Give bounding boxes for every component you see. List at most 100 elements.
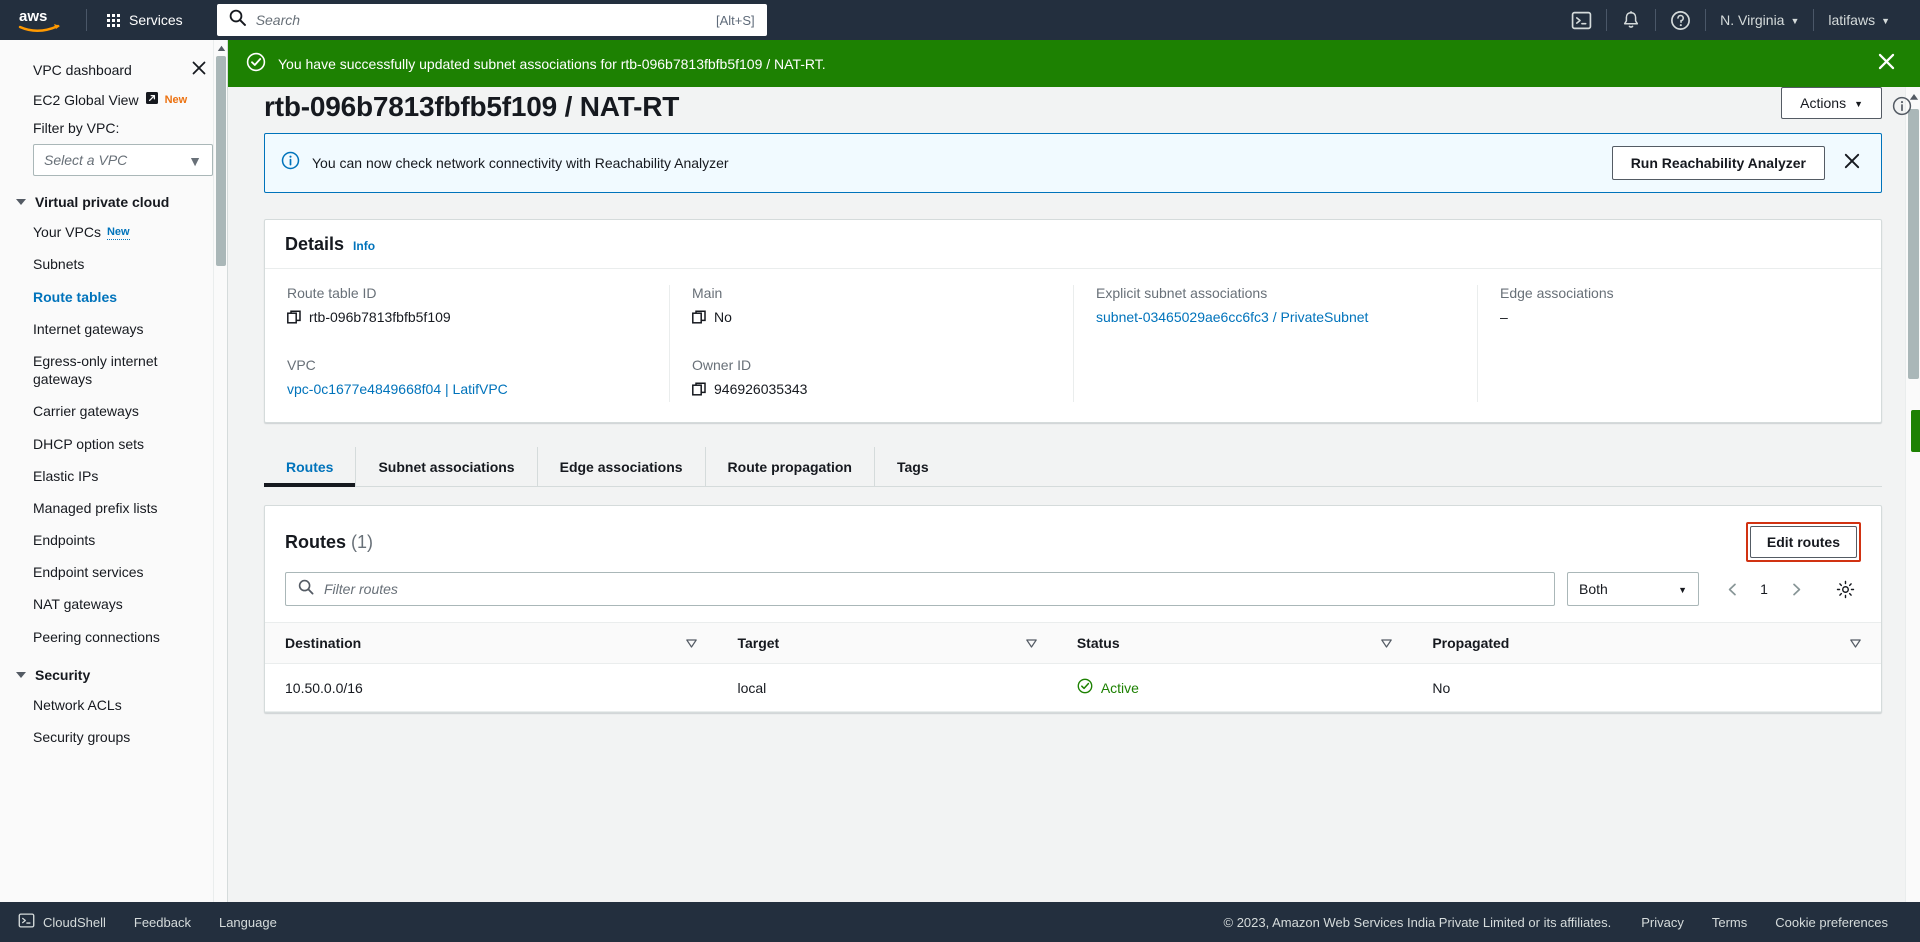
sidebar-item-peering-connections[interactable]: Peering connections <box>0 621 227 653</box>
column-header-propagated: Propagated <box>1412 622 1881 665</box>
sidebar-item-ec2-global-view[interactable]: EC2 Global View New <box>0 84 227 116</box>
detail-value: – <box>1500 309 1508 325</box>
sidebar-item-dhcp-option-sets[interactable]: DHCP option sets <box>0 428 227 460</box>
check-circle-icon <box>246 52 266 75</box>
sidebar-scrollbar[interactable] <box>213 40 227 942</box>
sidebar-group-label: Virtual private cloud <box>35 194 170 211</box>
cell-target: local <box>717 663 1057 713</box>
services-menu-button[interactable]: Services <box>97 6 193 34</box>
detail-label: Explicit subnet associations <box>1096 285 1268 301</box>
filter-routes-input-wrapper[interactable] <box>285 572 1555 607</box>
actions-button[interactable]: Actions ▼ <box>1781 87 1882 119</box>
global-search-bar[interactable]: [Alt+S] <box>216 4 767 36</box>
account-menu[interactable]: latifaws ▼ <box>1814 0 1904 40</box>
sidebar-item-label: Route tables <box>33 288 118 305</box>
subnet-association-link[interactable]: subnet-03465029ae6cc6fc3 / PrivateSubnet <box>1096 307 1368 329</box>
vpc-filter-select[interactable]: Select a VPC ▼ <box>33 144 213 177</box>
sort-icon[interactable] <box>1850 635 1861 651</box>
sidebar-item-elastic-ips[interactable]: Elastic IPs <box>0 460 227 492</box>
sort-icon[interactable] <box>1026 635 1037 651</box>
main-scroll-thumb[interactable] <box>1908 109 1919 379</box>
page-number[interactable]: 1 <box>1751 581 1777 597</box>
sidebar-item-network-acls[interactable]: Network ACLs <box>0 689 227 721</box>
top-nav-right-group: N. Virginia ▼ latifaws ▼ <box>1557 0 1904 40</box>
sidebar-item-label: EC2 Global View <box>33 92 139 108</box>
sidebar-item-endpoint-services[interactable]: Endpoint services <box>0 556 227 588</box>
cookie-preferences-link[interactable]: Cookie preferences <box>1761 902 1902 942</box>
filter-routes-input[interactable] <box>324 581 1542 598</box>
sidebar-item-endpoints[interactable]: Endpoints <box>0 524 227 556</box>
gear-icon[interactable] <box>1829 573 1861 605</box>
route-type-filter-select[interactable]: Both ▼ <box>1567 572 1699 607</box>
cloudshell-button[interactable]: CloudShell <box>18 902 120 942</box>
new-badge: New <box>164 93 188 106</box>
tab-route-propagation[interactable]: Route propagation <box>704 447 874 487</box>
status-badge: Active <box>1077 678 1393 697</box>
page-body: VPC dashboard EC2 Global View New Filter… <box>0 40 1920 942</box>
sidebar-scroll-thumb[interactable] <box>216 56 226 266</box>
search-input[interactable] <box>255 12 717 28</box>
routes-toolbar: Both ▼ 1 <box>265 572 1881 622</box>
close-icon[interactable] <box>1837 150 1867 176</box>
account-label: latifaws <box>1828 12 1876 28</box>
scroll-up-icon[interactable] <box>216 42 226 54</box>
tab-routes[interactable]: Routes <box>264 447 356 488</box>
sidebar-item-managed-prefix-lists[interactable]: Managed prefix lists <box>0 492 227 524</box>
reachability-analyzer-alert: You can now check network connectivity w… <box>264 133 1882 193</box>
table-header-row: Destination Target Status Propagated <box>265 622 1881 665</box>
detail-value: 946926035343 <box>714 380 808 397</box>
terms-link[interactable]: Terms <box>1698 902 1761 942</box>
sidebar-item-label: Endpoint services <box>33 564 144 581</box>
tab-subnet-associations[interactable]: Subnet associations <box>355 447 536 487</box>
copy-icon[interactable] <box>692 309 706 331</box>
sidebar-group-security[interactable]: Security <box>0 653 227 689</box>
aws-logo[interactable]: aws <box>16 5 64 35</box>
sidebar-group-virtual-private-cloud[interactable]: Virtual private cloud <box>0 180 227 216</box>
sort-icon[interactable] <box>686 635 698 651</box>
svg-text:aws: aws <box>19 8 47 25</box>
sidebar-item-security-groups[interactable]: Security groups <box>0 721 227 753</box>
search-shortcut-hint: [Alt+S] <box>716 12 755 28</box>
feedback-button[interactable]: Feedback <box>120 902 205 942</box>
sidebar-item-egress-only-internet-gateways[interactable]: Egress-only internet gateways <box>0 345 227 395</box>
sidebar-item-your-vpcs[interactable]: Your VPCs New <box>0 216 227 248</box>
chevron-left-icon[interactable] <box>1717 574 1747 604</box>
copy-icon[interactable] <box>287 309 301 331</box>
copy-icon[interactable] <box>692 381 706 403</box>
side-panel-tab[interactable] <box>1911 410 1920 452</box>
help-panel-info-icon[interactable] <box>1892 96 1912 121</box>
sidebar-item-label: Network ACLs <box>33 696 122 713</box>
sidebar-item-subnets[interactable]: Subnets <box>0 248 227 280</box>
tab-edge-associations[interactable]: Edge associations <box>536 447 705 487</box>
details-info-link[interactable]: Info <box>353 239 375 253</box>
cloudshell-icon[interactable] <box>1557 0 1606 40</box>
sidebar-item-route-tables[interactable]: Route tables <box>0 281 227 313</box>
sidebar-item-carrier-gateways[interactable]: Carrier gateways <box>0 395 227 427</box>
question-circle-icon[interactable] <box>1656 0 1705 40</box>
table-row[interactable]: 10.50.0.0/16 local Active No <box>265 663 1881 713</box>
vpc-link[interactable]: vpc-0c1677e4849668f04 | LatifVPC <box>287 379 508 401</box>
language-button[interactable]: Language <box>205 902 291 942</box>
close-icon[interactable] <box>1869 48 1904 79</box>
details-grid: Route table ID rtb-096b7813fbfb5f109 VPC <box>265 269 1881 422</box>
run-reachability-analyzer-button[interactable]: Run Reachability Analyzer <box>1611 146 1825 180</box>
chevron-right-icon[interactable] <box>1781 574 1811 604</box>
cell-status: Active <box>1056 663 1413 713</box>
bell-icon[interactable] <box>1607 0 1655 40</box>
sidebar-item-vpc-dashboard[interactable]: VPC dashboard <box>33 62 132 78</box>
close-icon[interactable] <box>191 60 207 80</box>
main-scrollbar[interactable] <box>1905 87 1920 942</box>
region-selector[interactable]: N. Virginia ▼ <box>1706 0 1813 40</box>
sidebar-item-nat-gateways[interactable]: NAT gateways <box>0 588 227 620</box>
detail-value: rtb-096b7813fbfb5f109 <box>309 309 451 325</box>
tab-tags[interactable]: Tags <box>873 447 951 487</box>
routes-title: Routes <box>285 531 347 552</box>
sidebar-item-label: Peering connections <box>33 628 160 645</box>
privacy-link[interactable]: Privacy <box>1627 902 1698 942</box>
actions-label: Actions <box>1800 95 1847 111</box>
sort-icon[interactable] <box>1381 635 1393 651</box>
edit-routes-button[interactable]: Edit routes <box>1749 526 1857 559</box>
sidebar-item-internet-gateways[interactable]: Internet gateways <box>0 313 227 345</box>
detail-label: VPC <box>287 356 316 373</box>
details-card-header: Details Info <box>265 220 1881 269</box>
